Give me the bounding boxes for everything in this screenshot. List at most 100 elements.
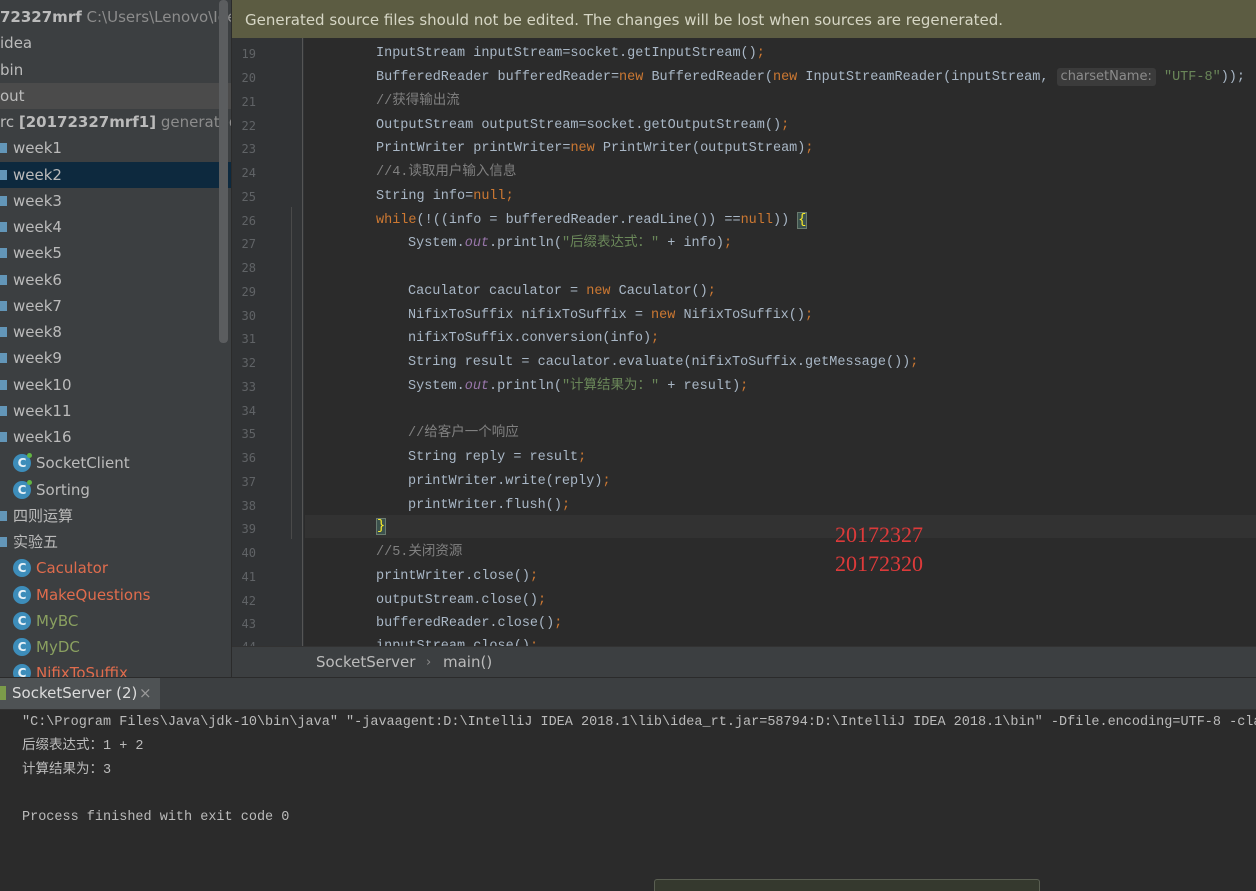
console-line: 后缀表达式：1 + 2 xyxy=(22,739,144,754)
code-line-38: printWriter.flush(); xyxy=(408,498,571,513)
tree-item-label: idea xyxy=(0,34,33,52)
line-number: 20 xyxy=(241,71,256,85)
line-number: 25 xyxy=(241,190,256,204)
line-number: 36 xyxy=(241,451,256,465)
code-line-29: Caculator caculator = new Caculator(); xyxy=(408,284,716,299)
code-line-26: while(!((info = bufferedReader.readLine(… xyxy=(376,212,808,229)
tree-item-week16[interactable]: week16 xyxy=(0,424,231,450)
tree-item-sorting[interactable]: C Sorting xyxy=(0,477,231,503)
matched-brace: } xyxy=(376,518,387,535)
scope-indent-guide xyxy=(291,207,292,539)
notification-popup-edge[interactable] xyxy=(654,879,1040,891)
code-line-43: bufferedReader.close(); xyxy=(376,616,563,631)
line-number: 43 xyxy=(241,617,256,631)
tree-item-week4[interactable]: week4 xyxy=(0,214,231,240)
run-tab-socketserver[interactable]: SocketServer (2) × xyxy=(0,678,160,709)
tree-item-week9[interactable]: week9 xyxy=(0,345,231,371)
tree-item-idea[interactable]: idea xyxy=(0,30,231,56)
tree-item-mybc[interactable]: C MyBC xyxy=(0,608,231,634)
line-number: 33 xyxy=(241,380,256,394)
caret-row-highlight xyxy=(305,515,1256,538)
tree-item-out[interactable]: out xyxy=(0,83,231,109)
code-line-37: printWriter.write(reply); xyxy=(408,474,611,489)
project-tool-window: 72327mrf C:\Users\Lenovo\Idea idea bin o… xyxy=(0,0,231,677)
line-number: 38 xyxy=(241,499,256,513)
java-class-icon: C xyxy=(13,453,32,472)
close-icon[interactable]: × xyxy=(139,678,152,709)
code-line-33: System.out.println("计算结果为：" + result); xyxy=(408,379,749,394)
line-number: 21 xyxy=(241,95,256,109)
tree-item-label: 72327mrf C:\Users\Lenovo\Idea xyxy=(0,8,231,26)
parameter-hint: charsetName: xyxy=(1056,68,1156,86)
line-number: 32 xyxy=(241,356,256,370)
tree-item-label: week3 xyxy=(13,192,62,210)
code-line-40: //5.关闭资源 xyxy=(376,545,463,560)
tree-item-label: rc [20172327mrf1] generated s xyxy=(0,113,231,131)
tree-item-week5[interactable]: week5 xyxy=(0,240,231,266)
code-line-24: //4.读取用户输入信息 xyxy=(376,165,517,180)
line-number: 23 xyxy=(241,142,256,156)
code-line-25: String info=null; xyxy=(376,189,514,204)
java-class-icon: C xyxy=(13,586,31,604)
tree-item-bin[interactable]: bin xyxy=(0,57,231,83)
line-number: 28 xyxy=(241,261,256,275)
tree-item-label: week7 xyxy=(13,297,62,315)
student-id-watermark: 20172327 20172320 xyxy=(835,522,923,576)
run-console-output[interactable]: "C:\Program Files\Java\jdk-10\bin\java" … xyxy=(0,710,1256,890)
gutter-separator xyxy=(302,38,303,646)
tree-item-shiyanwu[interactable]: 实验五 xyxy=(0,529,231,555)
tree-item-label: MyBC xyxy=(36,612,79,630)
code-line-32: String result = caculator.evaluate(nifix… xyxy=(408,355,919,370)
folder-icon xyxy=(0,432,7,442)
tree-item-project-root[interactable]: 72327mrf C:\Users\Lenovo\Idea xyxy=(0,4,231,30)
tree-item-week3[interactable]: week3 xyxy=(0,188,231,214)
tree-item-label: week6 xyxy=(13,271,62,289)
code-line-19: InputStream inputStream=socket.getInputS… xyxy=(376,46,765,61)
tree-item-caculator[interactable]: C Caculator xyxy=(0,555,231,581)
line-number: 40 xyxy=(241,546,256,560)
tree-item-label: bin xyxy=(0,61,24,79)
code-line-31: nifixToSuffix.conversion(info); xyxy=(408,331,660,346)
tree-item-week1[interactable]: week1 xyxy=(0,135,231,161)
java-class-icon: C xyxy=(13,612,31,630)
tree-item-label: week4 xyxy=(13,218,62,236)
tree-item-week10[interactable]: week10 xyxy=(0,372,231,398)
tree-item-week8[interactable]: week8 xyxy=(0,319,231,345)
line-number: 26 xyxy=(241,214,256,228)
line-number: 39 xyxy=(241,522,256,536)
line-number: 41 xyxy=(241,570,256,584)
run-tool-window-header: SocketServer (2) × xyxy=(0,678,1256,710)
tree-item-socketclient[interactable]: C SocketClient xyxy=(0,450,231,476)
line-number: 31 xyxy=(241,332,256,346)
tree-item-src[interactable]: rc [20172327mrf1] generated s xyxy=(0,109,231,135)
breadcrumb-class[interactable]: SocketServer xyxy=(316,647,415,677)
code-editor[interactable]: Generated source files should not be edi… xyxy=(232,0,1256,677)
java-class-icon: C xyxy=(13,480,32,499)
code-line-39: } xyxy=(376,516,387,538)
java-class-icon: C xyxy=(13,559,31,577)
tree-item-mydc[interactable]: C MyDC xyxy=(0,634,231,660)
tree-item-week7[interactable]: week7 xyxy=(0,293,231,319)
java-class-icon: C xyxy=(13,664,31,677)
folder-icon xyxy=(0,406,7,416)
tree-item-sizeyunsuan[interactable]: 四则运算 xyxy=(0,503,231,529)
console-line: 计算结果为：3 xyxy=(22,763,112,778)
code-line-22: OutputStream outputStream=socket.getOutp… xyxy=(376,118,790,133)
tree-item-week6[interactable]: week6 xyxy=(0,267,231,293)
line-number: 37 xyxy=(241,475,256,489)
tree-item-label: week11 xyxy=(13,402,72,420)
tree-item-label: MakeQuestions xyxy=(36,586,151,604)
tree-item-label: week2 xyxy=(13,166,62,184)
tree-item-label: week1 xyxy=(13,139,62,157)
line-number: 27 xyxy=(241,237,256,251)
code-line-41: printWriter.close(); xyxy=(376,569,539,584)
breadcrumb-method[interactable]: main() xyxy=(443,647,492,677)
tree-item-label: Sorting xyxy=(36,481,90,499)
tree-item-makequestions[interactable]: C MakeQuestions xyxy=(0,582,231,608)
folder-icon xyxy=(0,275,7,285)
tree-item-nifixtosuffix[interactable]: C NifixToSuffix xyxy=(0,660,231,677)
project-scrollbar-thumb[interactable] xyxy=(219,0,228,343)
folder-icon xyxy=(0,248,7,258)
tree-item-week2[interactable]: week2 xyxy=(0,162,231,188)
tree-item-week11[interactable]: week11 xyxy=(0,398,231,424)
